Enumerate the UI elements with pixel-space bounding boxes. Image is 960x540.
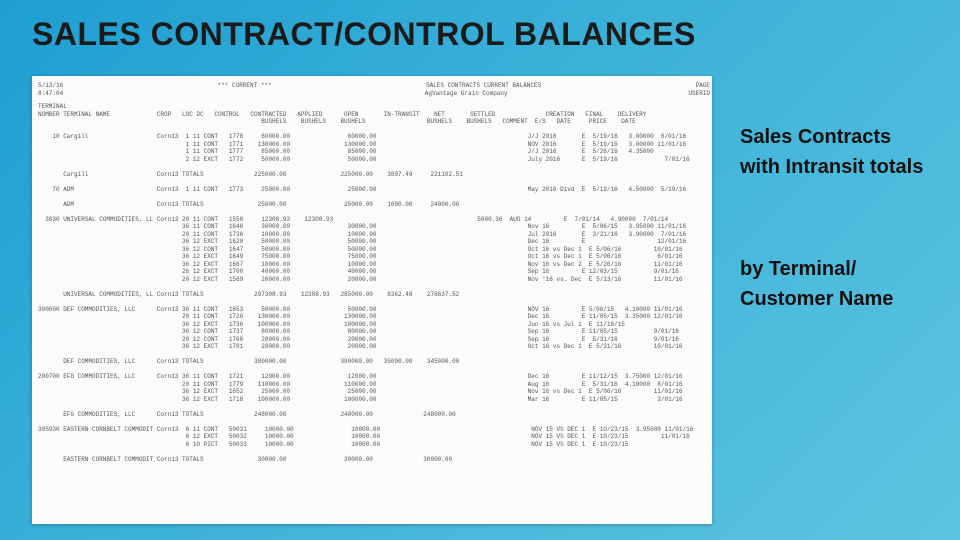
report-row bbox=[38, 298, 710, 306]
report-row: 36 12 CONT 1647 50000.00 50000.00 Oct 16… bbox=[38, 246, 710, 254]
report-row: 6 12 EXCT 50032 10000.00 10000.00 NOV 15… bbox=[38, 433, 710, 441]
report-row: 36 12 EXCT 1649 75000.00 75000.00 Oct 16… bbox=[38, 253, 710, 261]
report-rows-container: 10 Cargill Corn13 1 11 CONT 1770 60000.0… bbox=[38, 126, 710, 464]
report-center1: SALES CONTRACTS CURRENT BALANCES bbox=[426, 82, 541, 90]
report-row: 26 12 EXCT 1700 40000.00 40000.00 Sep 16… bbox=[38, 268, 710, 276]
report-row: 20 11 CONT 1779 110000.00 110000.00 Aug … bbox=[38, 381, 710, 389]
side-note-line-3: by Terminal/ bbox=[740, 256, 950, 283]
report-row: 10 Cargill Corn13 1 11 CONT 1770 60000.0… bbox=[38, 133, 710, 141]
report-row bbox=[38, 366, 710, 374]
report-row: 1 11 CONT 1771 130000.00 130000.00 NOV 2… bbox=[38, 141, 710, 149]
report-row: 305930 EASTERN CORNBELT COMMODIT Corn13 … bbox=[38, 426, 710, 434]
report-row bbox=[38, 418, 710, 426]
report-row: 20 12 EXCT 1569 20000.00 20000.00 Nov '1… bbox=[38, 276, 710, 284]
report-row: 36 12 EXCT 1652 25000.00 25000.00 Nov 16… bbox=[38, 388, 710, 396]
report-row: 6 10 PICT 50033 10000.00 10000.00 NOV 15… bbox=[38, 441, 710, 449]
report-row: 3030 UNIVERSAL COMMODITIES, LL Corn13 20… bbox=[38, 216, 710, 224]
report-row: 300600 DEF COMMODITIES, LLC Corn13 36 11… bbox=[38, 306, 710, 314]
report-row bbox=[38, 448, 710, 456]
report-row: 20 11 CONT 1720 130000.00 130000.00 Dec … bbox=[38, 313, 710, 321]
report-row: 2 12 EXCT 1772 50000.00 50000.00 July 20… bbox=[38, 156, 710, 164]
report-row: 20 12 CONT 1760 20000.00 20000.00 Sep 16… bbox=[38, 336, 710, 344]
report-user: USERID bbox=[688, 90, 710, 98]
report-time: 8:47:04 bbox=[38, 90, 63, 98]
report-row: DEF COMMODITIES, LLC Corn13 TOTALS 38000… bbox=[38, 358, 710, 366]
side-note-line-2: with Intransit totals bbox=[740, 154, 950, 181]
report-row bbox=[38, 126, 710, 134]
report-row bbox=[38, 193, 710, 201]
report-row: ADM Corn13 TOTALS 25000.00 25000.00 1000… bbox=[38, 201, 710, 209]
report-row: 36 12 CONT 1737 80000.00 80000.00 Sep 16… bbox=[38, 328, 710, 336]
report-row: 36 12 EXCT 1718 100000.00 100000.00 Mar … bbox=[38, 396, 710, 404]
report-col-header-3: BUSHELS BUSHELS BUSHELS BUSHELS BUSHELS … bbox=[38, 118, 710, 126]
report-current: *** CURRENT *** bbox=[218, 82, 272, 90]
report-center2: AgVantage Grain Company bbox=[425, 90, 508, 98]
report-row: 20 11 CONT 1736 10000.00 10000.00 Jul 20… bbox=[38, 231, 710, 239]
report-panel: 5/13/16 *** CURRENT *** SALES CONTRACTS … bbox=[32, 76, 712, 524]
side-note-line-4: Customer Name bbox=[740, 286, 950, 313]
report-row: EASTERN CORNBELT COMMODIT Corn13 TOTALS … bbox=[38, 456, 710, 464]
report-row: 70 ADM Corn13 1 11 CONT 1773 25000.00 25… bbox=[38, 186, 710, 194]
report-row: 36 12 EXCT 1667 10000.00 10000.00 Nov 16… bbox=[38, 261, 710, 269]
report-row bbox=[38, 283, 710, 291]
report-row: 36 11 CONT 1646 30000.00 30000.00 Nov 16… bbox=[38, 223, 710, 231]
report-date: 5/13/16 bbox=[38, 82, 63, 90]
report-row: 36 12 EXCT 1736 100000.00 100000.00 Jun … bbox=[38, 321, 710, 329]
report-page: PAGE bbox=[696, 82, 710, 90]
report-row bbox=[38, 178, 710, 186]
report-row: 36 12 EXCT 1781 20000.00 20000.00 Oct 16… bbox=[38, 343, 710, 351]
report-col-header-2: NUMBER TERMINAL NAME CROP LOC DC CONTROL… bbox=[38, 111, 710, 119]
report-row bbox=[38, 351, 710, 359]
side-note-line-1: Sales Contracts bbox=[740, 124, 950, 151]
page-title: SALES CONTRACT/CONTROL BALANCES bbox=[32, 16, 696, 53]
report-row: 200700 EFG COMMODITIES, LLC Corn13 36 11… bbox=[38, 373, 710, 381]
report-row: EFG COMMODITIES, LLC Corn13 TOTALS 24800… bbox=[38, 411, 710, 419]
report-row: Cargill Corn13 TOTALS 225000.00 225000.0… bbox=[38, 171, 710, 179]
report-row bbox=[38, 208, 710, 216]
report-row: 1 11 CONT 1777 85000.00 85000.00 J/J 201… bbox=[38, 148, 710, 156]
report-row: UNIVERSAL COMMODITIES, LL Corn13 TOTALS … bbox=[38, 291, 710, 299]
report-row bbox=[38, 163, 710, 171]
report-row bbox=[38, 403, 710, 411]
report-col-header-1: TERMINAL bbox=[38, 103, 710, 111]
report-row: 36 12 EXCT 1620 50000.00 50000.00 Dec 16… bbox=[38, 238, 710, 246]
